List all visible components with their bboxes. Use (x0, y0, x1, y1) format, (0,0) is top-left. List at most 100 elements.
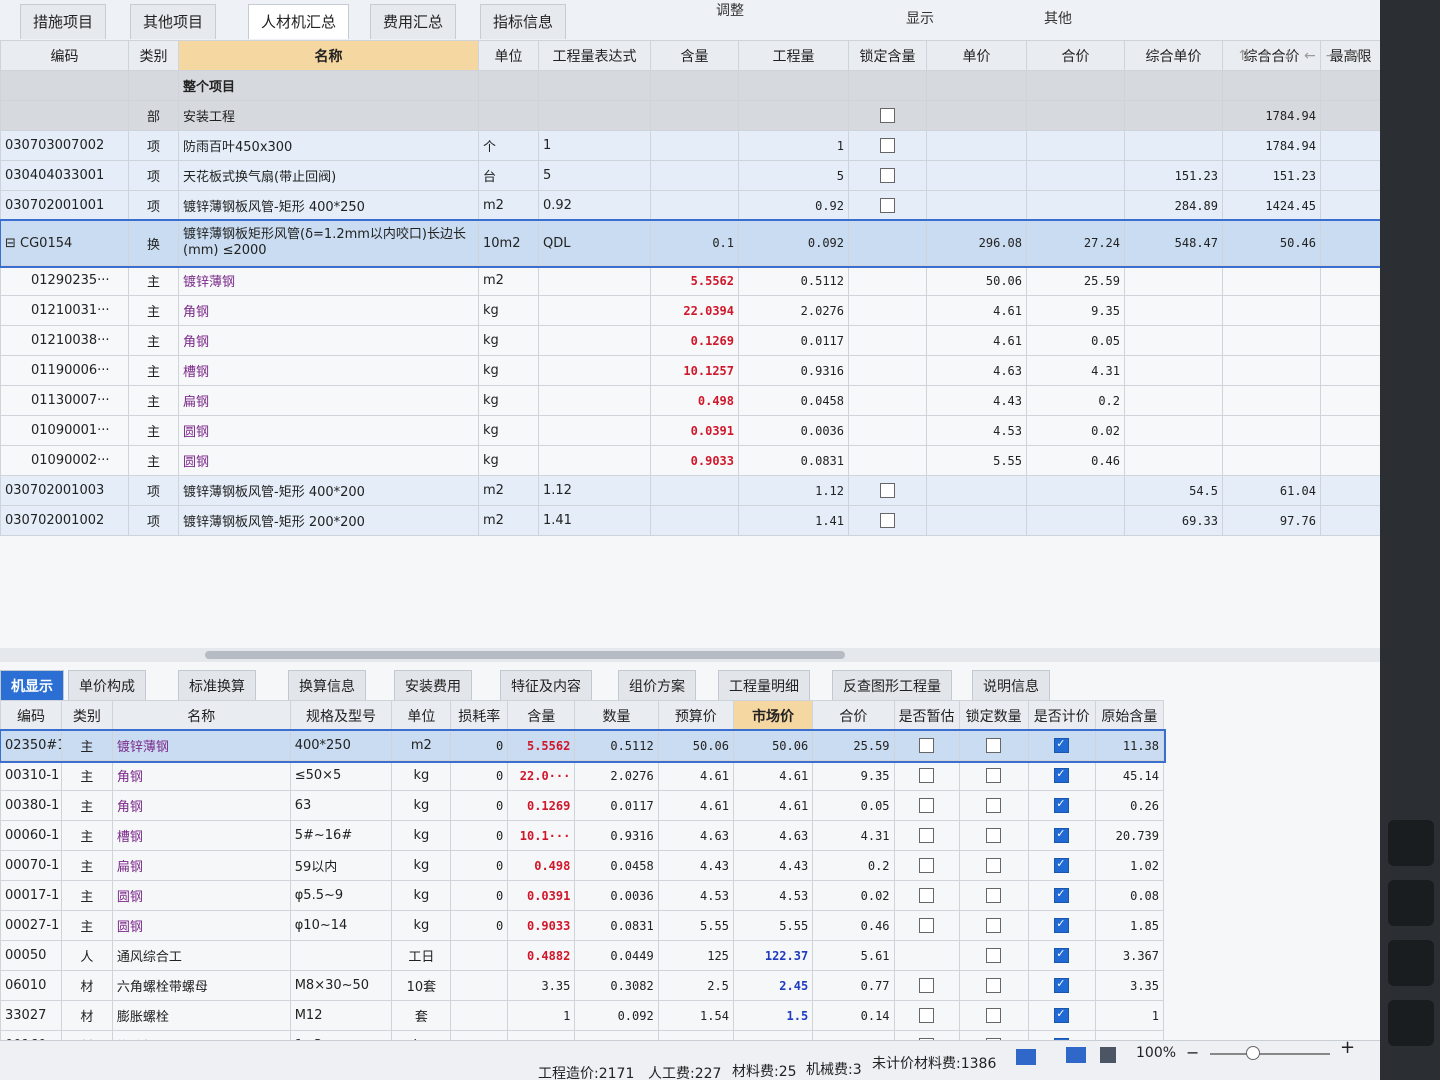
lock-checkbox[interactable] (986, 768, 1002, 783)
resource-row[interactable]: 01130007··· 主扁钢 kg 0.498 0.0458 4.43 0.2 (0, 385, 1380, 416)
bill-row[interactable]: 030702001001 项镀锌薄钢板风管-矩形 400*250 m2 0.92 0.9… (0, 190, 1380, 221)
cell-lock[interactable] (848, 160, 927, 191)
lock-checkbox[interactable] (986, 858, 1002, 873)
priced-checkbox[interactable] (1054, 977, 1070, 993)
detail-col-1[interactable]: 类别 (60, 700, 113, 731)
detail-col-5[interactable]: 损耗率 (450, 700, 509, 731)
ribbon-adjust[interactable]: 调整 (716, 0, 744, 20)
detail-tab-2[interactable]: 标准换算 (178, 670, 256, 704)
ribbon-other[interactable]: 其他 (1044, 8, 1072, 28)
move-right-icon[interactable]: → (1326, 48, 1348, 64)
detail-col-8[interactable]: 预算价 (657, 700, 734, 731)
lock-content-checkbox[interactable] (880, 513, 895, 528)
bill-row[interactable]: 030702001002 项镀锌薄钢板风管-矩形 200*200 m2 1.41 1.4… (0, 505, 1380, 536)
cell-lock[interactable] (848, 325, 927, 356)
resource-row[interactable]: 01190006··· 主槽钢 kg 10.1257 0.9316 4.63 4.31 (0, 355, 1380, 386)
detail-cell-lock[interactable] (958, 760, 1029, 791)
detail-tab-9[interactable]: 说明信息 (972, 670, 1050, 704)
detail-cell-est[interactable] (893, 790, 960, 821)
col-total-price[interactable]: 合价 (1026, 40, 1125, 71)
cell-lock[interactable] (848, 190, 927, 221)
priced-checkbox[interactable] (1054, 1007, 1070, 1023)
detail-tab-3[interactable]: 换算信息 (288, 670, 366, 704)
view-icon[interactable] (1066, 1047, 1086, 1063)
detail-cell-est[interactable] (893, 760, 960, 791)
bill-row[interactable]: 030404033001 项天花板式换气扇(带止回阀) 台 5 5 151.23 151.2… (0, 160, 1380, 191)
detail-cell-est[interactable] (893, 970, 960, 1001)
grid-toolbar-icons[interactable]: ⇅↑↓←→⚙ (1239, 48, 1370, 64)
tab-labor-material-summary[interactable]: 人材机汇总 (248, 4, 350, 39)
lock-checkbox[interactable] (986, 918, 1002, 933)
priced-checkbox[interactable] (1054, 827, 1070, 843)
detail-tab-7[interactable]: 工程量明细 (718, 670, 810, 704)
detail-row[interactable]: 00027-1 主圆钢 φ10~14 kg 0 0.9033 0.0831 5.55 5.55 0… (0, 910, 1165, 941)
cell-lock[interactable] (848, 475, 927, 506)
tab-other-items[interactable]: 其他项目 (130, 4, 217, 39)
detail-cell-est[interactable] (893, 730, 960, 761)
priced-checkbox[interactable] (1054, 887, 1070, 903)
detail-col-13[interactable]: 是否计价 (1027, 700, 1096, 731)
detail-col-7[interactable]: 数量 (574, 700, 659, 731)
detail-cell-priced[interactable] (1027, 910, 1096, 941)
detail-row[interactable]: 00380-1主角钢63kg00.12690.01174.614.610.050… (0, 790, 1165, 821)
detail-cell-priced[interactable] (1027, 760, 1096, 791)
detail-col-6[interactable]: 含量 (507, 700, 576, 731)
detail-row[interactable]: 00017-1 主圆钢 φ5.5~9 kg 0 0.0391 0.0036 4.53 4.53 0… (0, 880, 1165, 911)
detail-cell-priced[interactable] (1027, 880, 1096, 911)
col-quantity[interactable]: 工程量 (738, 40, 849, 71)
est-checkbox[interactable] (919, 978, 935, 993)
lock-checkbox[interactable] (986, 978, 1002, 993)
detail-col-0[interactable]: 编码 (0, 700, 62, 731)
move-down-icon[interactable]: ↓ (1282, 48, 1304, 64)
priced-checkbox[interactable] (1054, 737, 1070, 753)
bill-row[interactable]: 030702001003 项镀锌薄钢板风管-矩形 400*200 m2 1.12 1.1… (0, 475, 1380, 506)
detail-cell-lock[interactable] (958, 970, 1029, 1001)
detail-cell-lock[interactable] (958, 880, 1029, 911)
resource-row[interactable]: 01090001··· 主圆钢 kg 0.0391 0.0036 4.53 0.02 (0, 415, 1380, 446)
detail-cell-priced[interactable] (1027, 970, 1096, 1001)
lock-content-checkbox[interactable] (880, 108, 895, 123)
cell-lock[interactable] (848, 415, 927, 446)
col-category[interactable]: 类别 (128, 40, 179, 71)
cell-lock[interactable] (848, 445, 927, 476)
lock-checkbox[interactable] (986, 948, 1002, 963)
detail-row[interactable]: 00060-1 主槽钢 5#~16# kg 0 10.1··· 0.9316 4.63 4.63… (0, 820, 1165, 851)
detail-row[interactable]: 02350#1 主镀锌薄钢 400*250 m2 0 5.5562 0.5112 50.06 5… (0, 728, 1166, 763)
resource-row[interactable]: 01210031··· 主角钢 kg 22.0394 2.0276 4.61 9.35 (0, 295, 1380, 326)
whole-project-row[interactable]: 整个项目 (0, 70, 1380, 101)
detail-cell-priced[interactable] (1027, 1000, 1096, 1031)
move-up-icon[interactable]: ↑ (1261, 48, 1283, 64)
col-content[interactable]: 含量 (650, 40, 739, 71)
est-checkbox[interactable] (919, 768, 935, 783)
detail-cell-lock[interactable] (958, 940, 1029, 971)
cell-lock[interactable] (848, 355, 927, 386)
col-composite-unit-price[interactable]: 综合单价 (1124, 40, 1223, 71)
detail-cell-est[interactable] (893, 910, 960, 941)
detail-cell-est[interactable] (893, 1000, 960, 1031)
col-name[interactable]: 名称 (178, 40, 479, 71)
detail-cell-lock[interactable] (958, 730, 1029, 761)
col-unit-price[interactable]: 单价 (926, 40, 1027, 71)
detail-row[interactable]: 33027材膨胀螺栓M12套10.0921.541.50.141 (0, 1000, 1165, 1031)
ribbon-display[interactable]: 显示 (906, 8, 934, 28)
detail-cell-priced[interactable] (1027, 790, 1096, 821)
detail-col-2[interactable]: 名称 (111, 700, 291, 731)
est-checkbox[interactable] (919, 918, 935, 933)
detail-cell-lock[interactable] (958, 910, 1029, 941)
lock-content-checkbox[interactable] (880, 138, 895, 153)
resource-row[interactable]: 01290235··· 主镀锌薄钢 m2 5.5562 0.5112 50.06 25.59 (0, 265, 1380, 296)
detail-col-12[interactable]: 锁定数量 (958, 700, 1029, 731)
zoom-slider[interactable] (1210, 1053, 1330, 1055)
est-checkbox[interactable] (919, 828, 935, 843)
detail-tab-4[interactable]: 安装费用 (394, 670, 472, 704)
detail-col-4[interactable]: 单位 (391, 700, 452, 731)
detail-tab-6[interactable]: 组价方案 (618, 670, 696, 704)
detail-cell-est[interactable] (893, 820, 960, 851)
lock-checkbox[interactable] (986, 798, 1002, 813)
lock-checkbox[interactable] (986, 828, 1002, 843)
est-checkbox[interactable] (919, 738, 935, 753)
priced-checkbox[interactable] (1054, 767, 1070, 783)
resource-row[interactable]: 01210038··· 主角钢 kg 0.1269 0.0117 4.61 0.05 (0, 325, 1380, 356)
detail-cell-priced[interactable] (1027, 820, 1096, 851)
detail-row[interactable]: 00310-1 主角钢 ≤50×5 kg 0 22.0··· 2.0276 4.61 4.61 9… (0, 760, 1165, 791)
